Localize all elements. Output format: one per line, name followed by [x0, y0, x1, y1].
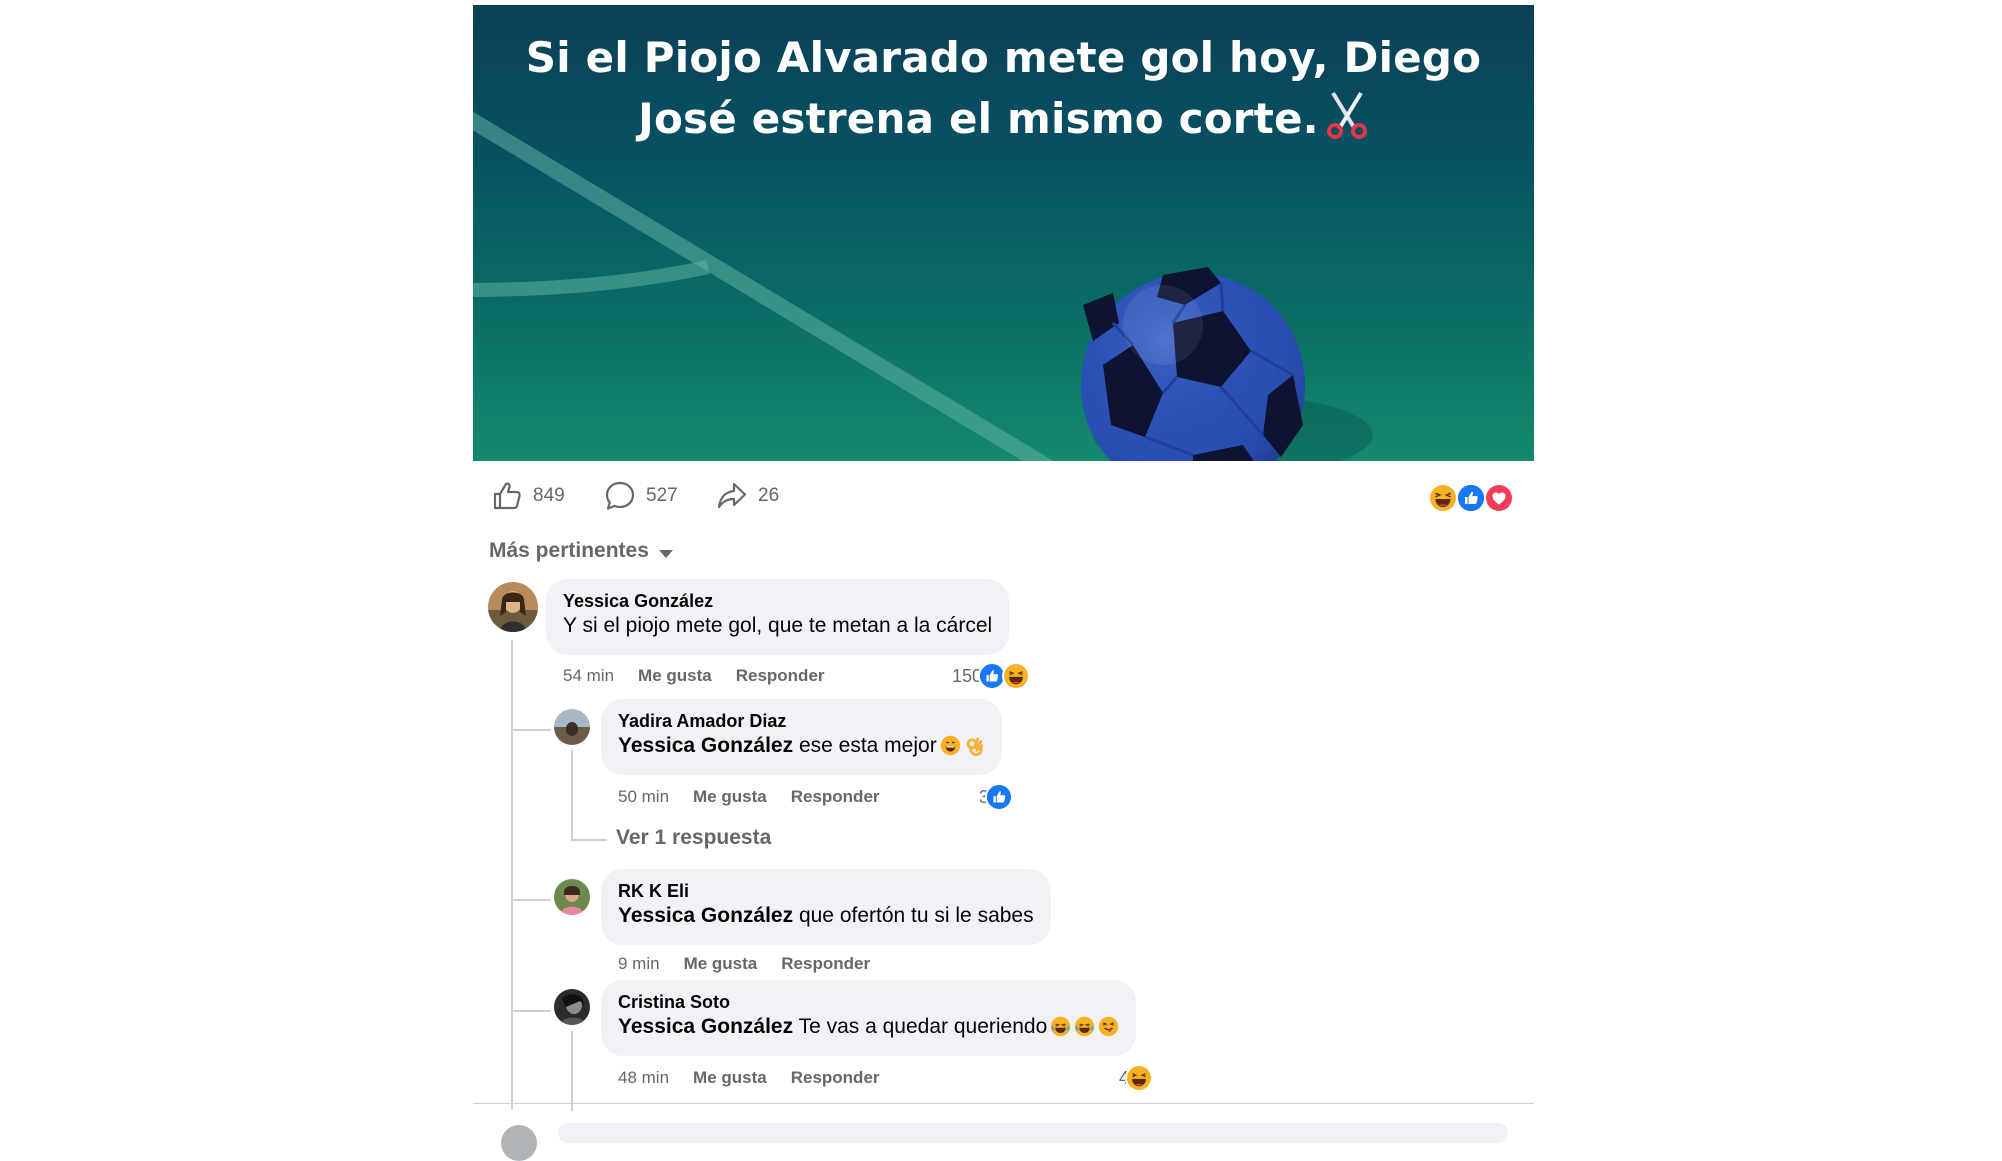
comment-sort-label: Más pertinentes — [489, 539, 649, 562]
comment-like-button[interactable]: Me gusta — [638, 666, 712, 686]
comment-button[interactable]: 527 — [604, 479, 678, 513]
share-button[interactable]: 26 — [716, 479, 779, 513]
comment-reaction-count[interactable]: 3 — [979, 782, 1014, 812]
comment-text: Y si el piojo mete gol, que te metan a l… — [563, 614, 993, 637]
thread-connector — [571, 1031, 573, 1111]
avatar[interactable] — [488, 582, 538, 632]
mention-link[interactable]: Yessica González — [618, 904, 793, 927]
thread-connector — [511, 899, 551, 901]
avatar[interactable] — [554, 989, 590, 1025]
caret-down-icon — [658, 550, 673, 558]
comment-text: Yessica González ese esta mejor — [618, 732, 985, 760]
view-replies-link[interactable]: Ver 1 respuesta — [616, 826, 771, 850]
thread-connector — [511, 640, 513, 1110]
love-reaction-icon — [1484, 483, 1514, 513]
avatar[interactable] — [554, 879, 590, 915]
comment-author[interactable]: Yadira Amador Diaz — [618, 710, 985, 732]
comment-input-box[interactable] — [558, 1123, 1508, 1143]
avatar[interactable] — [554, 709, 590, 745]
comment-text: Yessica González Te vas a quedar querien… — [618, 1013, 1119, 1041]
post-card: Si el Piojo Alvarado mete gol hoy, Diego… — [473, 5, 1534, 1161]
comment-bubble: Cristina Soto Yessica González Te vas a … — [601, 980, 1137, 1056]
comment-reply-button[interactable]: Responder — [736, 666, 825, 686]
comment-actions: 50 min Me gusta Responder — [618, 784, 880, 810]
post-stats-bar: 849 527 26 — [473, 461, 1534, 531]
divider — [473, 1103, 1534, 1104]
soccer-ball — [1081, 267, 1305, 461]
like-count: 849 — [533, 485, 565, 506]
share-count: 26 — [758, 485, 780, 506]
thread-connector — [511, 1010, 551, 1012]
tears-of-joy-emoji-icon — [1050, 1016, 1071, 1037]
tears-of-joy-emoji-icon — [1074, 1016, 1095, 1037]
comment-actions: 48 min Me gusta Responder — [618, 1065, 880, 1091]
comment-body: Te vas a quedar queriendo — [798, 1015, 1048, 1038]
comment-author[interactable]: Cristina Soto — [618, 991, 1119, 1013]
comment-like-button[interactable]: Me gusta — [693, 787, 767, 807]
comment-text: Yessica González que ofertón tu si le sa… — [618, 902, 1034, 930]
comment-reply-button[interactable]: Responder — [791, 787, 880, 807]
comment-bubble: Yessica González Y si el piojo mete gol,… — [546, 579, 1010, 655]
comment-timestamp[interactable]: 54 min — [563, 666, 614, 686]
post-image-caption: Si el Piojo Alvarado mete gol hoy, Diego… — [513, 27, 1494, 155]
comment-author[interactable]: Yessica González — [563, 590, 992, 612]
comment-count: 527 — [646, 485, 678, 506]
thread-connector — [571, 839, 607, 841]
comment-author[interactable]: RK K Eli — [618, 880, 1034, 902]
ok-hand-emoji-icon — [964, 735, 985, 756]
grinning-emoji-icon — [940, 735, 961, 756]
scissors-icon — [1325, 89, 1369, 155]
comment-sort-dropdown[interactable]: Más pertinentes — [489, 531, 673, 571]
comment-timestamp[interactable]: 50 min — [618, 787, 669, 807]
post-image[interactable]: Si el Piojo Alvarado mete gol hoy, Diego… — [473, 5, 1534, 461]
comment-body: que ofertón tu si le sabes — [798, 904, 1034, 927]
like-reaction-icon — [985, 783, 1014, 811]
mention-link[interactable]: Yessica González — [618, 734, 793, 757]
comment-bubble-icon — [604, 480, 636, 512]
comment-reaction-count[interactable]: 150 — [952, 661, 1031, 691]
comment-timestamp[interactable]: 48 min — [618, 1068, 669, 1088]
thread-connector — [511, 729, 551, 731]
comment-reaction-count[interactable]: 4 — [1119, 1063, 1154, 1093]
comment-bubble: RK K Eli Yessica González que ofertón tu… — [601, 869, 1051, 945]
mention-link[interactable]: Yessica González — [618, 1015, 793, 1038]
squinting-tongue-emoji-icon — [1098, 1016, 1119, 1037]
comment-actions: 54 min Me gusta Responder — [563, 663, 825, 689]
haha-reaction-icon — [1002, 662, 1031, 690]
comment-like-button[interactable]: Me gusta — [693, 1068, 767, 1088]
thumbs-up-icon — [491, 480, 523, 512]
like-reaction-icon — [1456, 483, 1486, 513]
thread-connector — [571, 750, 573, 840]
haha-reaction-icon — [1125, 1064, 1154, 1092]
comment-like-button[interactable]: Me gusta — [684, 954, 758, 974]
haha-reaction-icon — [1428, 483, 1458, 513]
comment-timestamp[interactable]: 9 min — [618, 954, 660, 974]
avatar[interactable] — [501, 1125, 537, 1161]
comment-reply-button[interactable]: Responder — [791, 1068, 880, 1088]
comment-bubble: Yadira Amador Diaz Yessica González ese … — [601, 699, 1002, 775]
comment-actions: 9 min Me gusta Responder — [618, 951, 870, 977]
reactions-summary[interactable] — [1428, 483, 1514, 513]
comment-reply-button[interactable]: Responder — [781, 954, 870, 974]
like-button[interactable]: 849 — [491, 479, 565, 513]
share-arrow-icon — [716, 480, 748, 512]
comment-body: ese esta mejor — [798, 734, 937, 757]
